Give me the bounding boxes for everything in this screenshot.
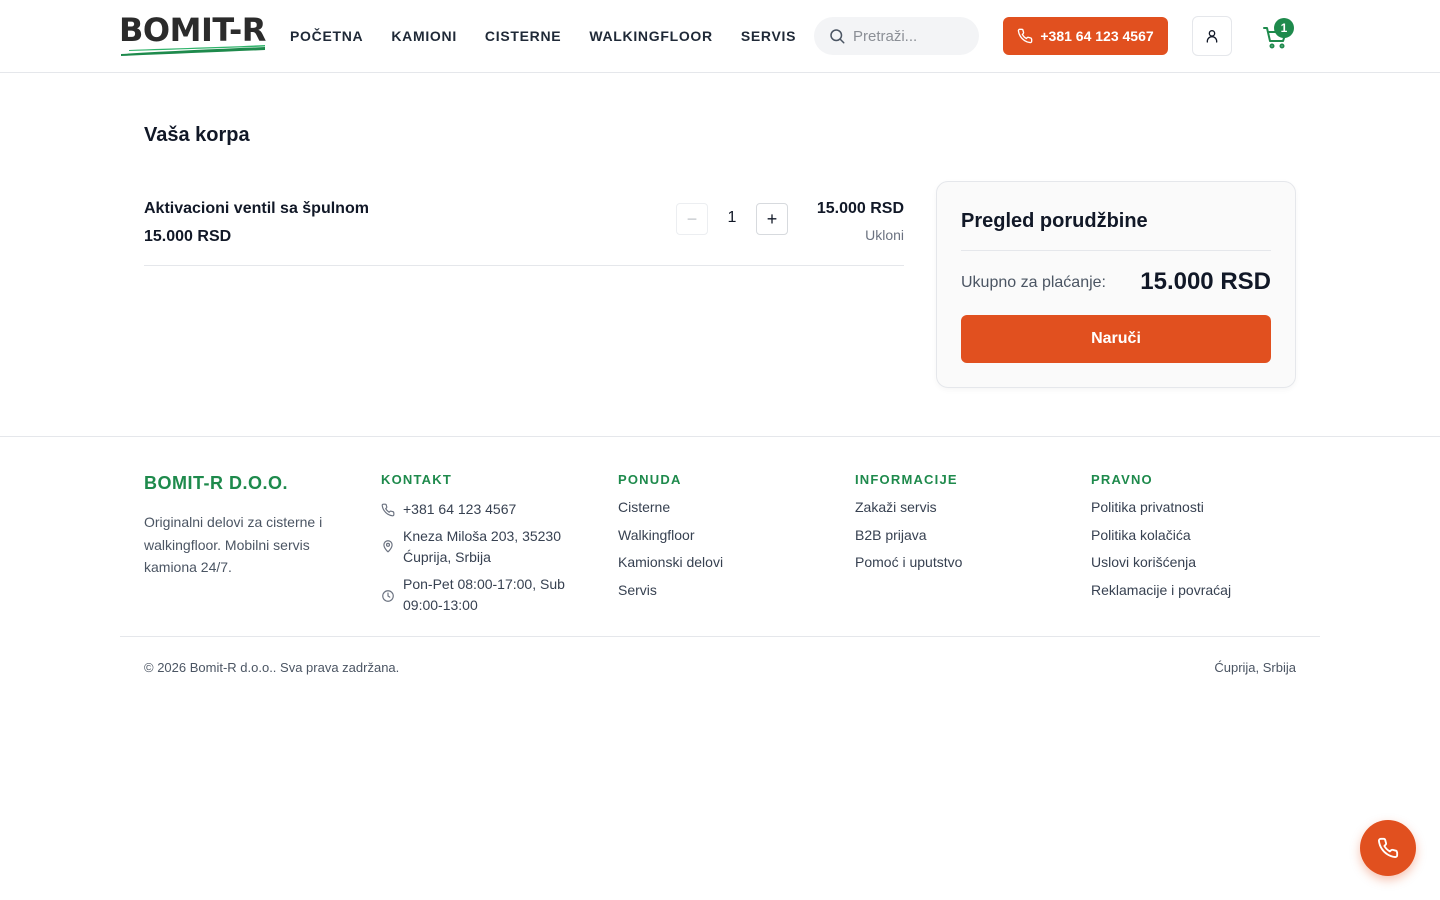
nav-item-walkingfloor[interactable]: WALKINGFLOOR — [589, 27, 713, 45]
footer-offer-title: PONUDA — [618, 472, 682, 487]
footer-contact-phone[interactable]: +381 64 123 4567 — [381, 499, 516, 520]
quantity-increase-button[interactable]: + — [756, 203, 788, 235]
account-button[interactable] — [1192, 16, 1232, 56]
total-label: Ukupno za plaćanje: — [961, 274, 1106, 291]
logo[interactable]: BOMIT-R — [119, 12, 267, 58]
footer-brand-title: BOMIT-R D.O.O. — [144, 473, 288, 493]
total-value: 15.000 RSD — [1140, 268, 1271, 295]
footer-address-text: Kneza Miloša 203, 35230 Ćuprija, Srbija — [403, 528, 561, 565]
footer-brand-description: Originalni delovi za cisterne i walkingf… — [144, 514, 323, 575]
search-icon — [828, 27, 846, 45]
footer-contact-title: KONTAKT — [381, 472, 452, 487]
footer-link-cisterne[interactable]: Cisterne — [618, 499, 723, 515]
site-header: BOMIT-R POČETNA KAMIONI CISTERNE WALKING… — [0, 0, 1440, 73]
footer-contact-address: Kneza Miloša 203, 35230 Ćuprija, Srbija — [381, 526, 581, 568]
footer-link-cookies[interactable]: Politika kolačića — [1091, 527, 1231, 543]
footer-legal-title: PRAVNO — [1091, 472, 1153, 487]
nav-item-pocetna[interactable]: POČETNA — [290, 27, 363, 45]
footer-link-zakazi-servis[interactable]: Zakaži servis — [855, 499, 962, 515]
footer-link-servis[interactable]: Servis — [618, 582, 723, 598]
order-summary: Pregled porudžbine Ukupno za plaćanje: 1… — [936, 181, 1296, 388]
footer-location: Ćuprija, Srbija — [1214, 660, 1296, 675]
phone-icon — [381, 503, 395, 517]
cart-item-name[interactable]: Aktivacioni ventil sa špulnom — [144, 200, 369, 218]
phone-icon — [1378, 837, 1399, 858]
footer-link-returns[interactable]: Reklamacije i povraćaj — [1091, 582, 1231, 598]
call-fab-button[interactable] — [1360, 820, 1416, 876]
remove-item-link[interactable]: Ukloni — [865, 227, 904, 243]
copyright-text: © 2026 Bomit-R d.o.o.. Sva prava zadržan… — [144, 660, 400, 675]
cart-item: Aktivacioni ventil sa špulnom 15.000 RSD… — [144, 196, 904, 266]
main-nav: POČETNA KAMIONI CISTERNE WALKINGFLOOR SE… — [290, 27, 796, 45]
logo-swoosh-icon — [121, 45, 265, 56]
summary-title: Pregled porudžbine — [961, 210, 1148, 232]
clock-icon — [382, 590, 394, 602]
footer-offer-links: Cisterne Walkingfloor Kamionski delovi S… — [618, 499, 723, 609]
footer-link-walkingfloor[interactable]: Walkingfloor — [618, 527, 723, 543]
search-box[interactable] — [814, 17, 979, 55]
location-pin-icon — [383, 540, 393, 553]
cart-item-unit-price: 15.000 RSD — [144, 228, 232, 245]
footer-link-terms[interactable]: Uslovi korišćenja — [1091, 554, 1231, 570]
footer-legal-links: Politika privatnosti Politika kolačića U… — [1091, 499, 1231, 609]
phone-icon — [1018, 28, 1033, 44]
quantity-decrease-button[interactable]: − — [676, 203, 708, 235]
footer-info-title: INFORMACIJE — [855, 472, 958, 487]
footer-contact-hours: Pon-Pet 08:00-17:00, Sub 09:00-13:00 — [381, 574, 581, 616]
cart-count-badge: 1 — [1274, 18, 1294, 38]
quantity-value: 1 — [727, 209, 737, 226]
nav-item-cisterne[interactable]: CISTERNE — [485, 27, 561, 45]
user-icon — [1206, 30, 1218, 43]
footer-divider — [120, 636, 1320, 637]
summary-divider — [961, 250, 1271, 251]
footer-phone-text: +381 64 123 4567 — [403, 501, 517, 517]
search-input[interactable] — [853, 27, 973, 45]
nav-item-kamioni[interactable]: KAMIONI — [391, 27, 457, 45]
footer-link-kamionski-delovi[interactable]: Kamionski delovi — [618, 554, 723, 570]
page-title: Vaša korpa — [144, 124, 250, 146]
phone-button-label: +381 64 123 4567 — [1040, 28, 1154, 44]
footer-link-b2b-prijava[interactable]: B2B prijava — [855, 527, 962, 543]
phone-button[interactable]: +381 64 123 4567 — [1003, 17, 1168, 55]
footer-info-links: Zakaži servis B2B prijava Pomoć i uputst… — [855, 499, 962, 582]
footer-link-privacy[interactable]: Politika privatnosti — [1091, 499, 1231, 515]
order-button[interactable]: Naruči — [961, 315, 1271, 363]
footer-hours-text: Pon-Pet 08:00-17:00, Sub 09:00-13:00 — [403, 576, 565, 613]
site-footer: BOMIT-R D.O.O. Originalni delovi za cist… — [0, 436, 1440, 900]
cart-item-total: 15.000 RSD — [816, 200, 904, 217]
nav-item-servis[interactable]: SERVIS — [741, 27, 796, 45]
logo-text: BOMIT-R — [119, 11, 266, 49]
footer-link-pomoc[interactable]: Pomoć i uputstvo — [855, 554, 962, 570]
